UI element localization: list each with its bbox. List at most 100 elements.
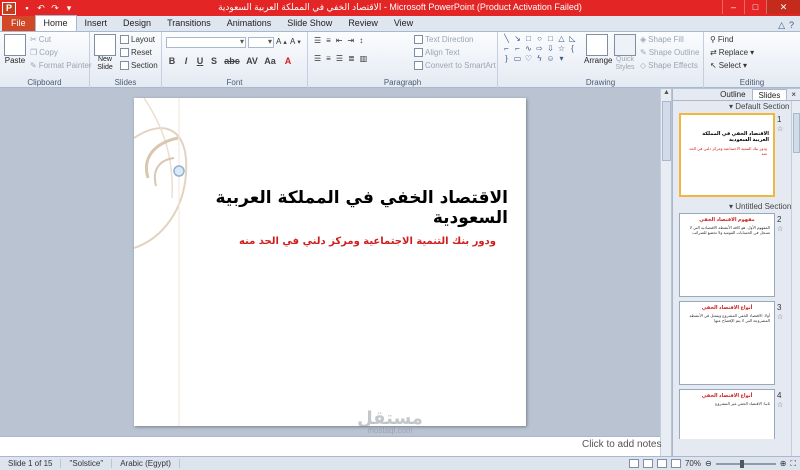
font-color-button[interactable]: A bbox=[282, 56, 294, 66]
scroll-up-icon[interactable]: ▲ bbox=[661, 89, 672, 100]
slide-thumbnail-row[interactable]: مفهوم الاقتصاد الخفي المفهوم الأول: هو ك… bbox=[673, 213, 800, 301]
reset-button[interactable]: Reset bbox=[120, 48, 152, 57]
editor-vertical-scrollbar[interactable]: ▲ bbox=[660, 89, 671, 456]
callout-shape-icon[interactable]: ▭ bbox=[512, 54, 523, 64]
underline-button[interactable]: U bbox=[194, 56, 206, 66]
justify-icon[interactable]: ≣ bbox=[348, 54, 355, 63]
new-slide-icon[interactable] bbox=[94, 34, 116, 56]
convert-smartart-button[interactable]: Convert to SmartArt bbox=[414, 61, 496, 70]
text-direction-button[interactable]: Text Direction bbox=[414, 35, 473, 44]
slide-thumbnail[interactable]: الاقتصاد الخفي في المملكة العربية السعود… bbox=[679, 113, 775, 197]
cut-button[interactable]: ✂ Cut bbox=[30, 35, 51, 44]
help-icon[interactable]: ? bbox=[789, 20, 794, 31]
shrink-font-button[interactable]: A ▾ bbox=[290, 37, 301, 46]
notes-pane[interactable]: Click to add notes bbox=[0, 436, 662, 456]
tab-insert[interactable]: Insert bbox=[77, 16, 116, 31]
triangle-shape-icon[interactable]: △ bbox=[556, 34, 567, 44]
layout-button[interactable]: Layout bbox=[120, 35, 155, 44]
undo-icon[interactable]: ↶ bbox=[36, 3, 46, 14]
rectangle-shape-icon[interactable]: □ bbox=[523, 34, 534, 44]
pane-scroll-thumb[interactable] bbox=[793, 113, 800, 153]
arrange-button[interactable]: Arrange bbox=[584, 34, 612, 65]
section-button[interactable]: Section bbox=[120, 61, 158, 70]
new-slide-button[interactable]: New Slide bbox=[93, 56, 117, 72]
columns-icon[interactable]: ▥ bbox=[360, 54, 368, 63]
save-icon[interactable]: ▪ bbox=[22, 3, 32, 14]
slide-thumbnail-row[interactable]: أنواع الاقتصاد الخفي ثانيا: الاقتصاد الخ… bbox=[673, 389, 800, 439]
language-indicator[interactable]: Arabic (Egypt) bbox=[112, 459, 180, 468]
tab-home[interactable]: Home bbox=[34, 15, 77, 31]
paste-button[interactable]: Paste bbox=[4, 56, 26, 65]
tab-design[interactable]: Design bbox=[115, 16, 159, 31]
slide-sorter-view-icon[interactable] bbox=[642, 459, 653, 468]
tab-transitions[interactable]: Transitions bbox=[159, 16, 219, 31]
slide-title[interactable]: الاقتصاد الخفي في المملكة العربية السعود… bbox=[148, 188, 508, 228]
tab-view[interactable]: View bbox=[386, 16, 421, 31]
decrease-indent-icon[interactable]: ⇤ bbox=[336, 36, 343, 45]
strikethrough-button[interactable]: abc bbox=[222, 56, 242, 66]
format-painter-button[interactable]: ✎ Format Painter bbox=[30, 61, 92, 70]
slide-show-view-icon[interactable] bbox=[670, 459, 681, 468]
grow-font-button[interactable]: A ▴ bbox=[276, 37, 287, 46]
italic-button[interactable]: I bbox=[180, 56, 192, 66]
pane-vertical-scrollbar[interactable] bbox=[791, 101, 800, 456]
change-case-button[interactable]: Aa bbox=[262, 56, 278, 66]
align-center-icon[interactable]: ≡ bbox=[326, 54, 331, 63]
slide-thumbnail-row[interactable]: الاقتصاد الخفي في المملكة العربية السعود… bbox=[673, 113, 800, 201]
zoom-out-icon[interactable]: ⊖ bbox=[705, 459, 712, 468]
quick-styles-button[interactable]: Quick Styles bbox=[612, 34, 638, 72]
shape-outline-button[interactable]: ✎ Shape Outline bbox=[640, 48, 699, 57]
lightning-shape-icon[interactable]: ϟ bbox=[534, 54, 545, 64]
minimize-button[interactable]: – bbox=[722, 0, 744, 14]
tab-slides[interactable]: Slides bbox=[751, 89, 788, 100]
section-header-untitled[interactable]: ▾ Untitled Section bbox=[673, 201, 800, 213]
character-spacing-button[interactable]: AV bbox=[244, 56, 260, 66]
connector-shape-icon[interactable]: ⌐ bbox=[512, 44, 523, 54]
zoom-slider-knob[interactable] bbox=[739, 459, 744, 468]
slide-thumbnail[interactable]: أنواع الاقتصاد الخفي أولا: الاقتصاد الخف… bbox=[679, 301, 775, 385]
bold-button[interactable]: B bbox=[166, 56, 178, 66]
bullets-icon[interactable]: ☰ bbox=[314, 36, 321, 45]
star-shape-icon[interactable]: ☆ bbox=[556, 44, 567, 54]
numbering-icon[interactable]: ≡ bbox=[326, 36, 331, 45]
current-slide[interactable]: الاقتصاد الخفي في المملكة العربية السعود… bbox=[134, 98, 526, 426]
minimize-ribbon-icon[interactable]: △ bbox=[778, 20, 785, 31]
select-button[interactable]: ↖ Select ▾ bbox=[710, 61, 747, 70]
square-shape-icon[interactable]: □ bbox=[545, 34, 556, 44]
section-header-default[interactable]: ▾ Default Section bbox=[673, 101, 800, 113]
heart-shape-icon[interactable]: ♡ bbox=[523, 54, 534, 64]
right-arrow-shape-icon[interactable]: ⇨ bbox=[534, 44, 545, 54]
curve-shape-icon[interactable]: ∿ bbox=[523, 44, 534, 54]
shapes-gallery[interactable]: ╲ ↘ □ ○ □ △ ◺ ⌐ ⌐ ∿ ⇨ ⇩ ☆{ } ▭ ♡ ϟ ☺ ▾ bbox=[501, 34, 579, 66]
smile-shape-icon[interactable]: ☺ bbox=[545, 54, 556, 64]
tab-outline[interactable]: Outline bbox=[714, 89, 751, 100]
rtriangle-shape-icon[interactable]: ◺ bbox=[567, 34, 578, 44]
line-shape-icon[interactable]: ╲ bbox=[501, 34, 512, 44]
more-shapes-icon[interactable]: ▾ bbox=[556, 54, 567, 64]
zoom-level[interactable]: 70% bbox=[685, 459, 701, 468]
slide-subtitle[interactable]: ودور بنك التنمية الاجتماعية ومركز دلني ف… bbox=[156, 236, 496, 247]
find-button[interactable]: ⚲ Find bbox=[710, 35, 733, 44]
font-size-dropdown[interactable] bbox=[248, 37, 274, 48]
zoom-in-icon[interactable]: ⊕ bbox=[780, 459, 787, 468]
slide-thumbnail[interactable]: مفهوم الاقتصاد الخفي المفهوم الأول: هو ك… bbox=[679, 213, 775, 297]
powerpoint-app-icon[interactable]: P bbox=[2, 1, 16, 15]
tab-review[interactable]: Review bbox=[340, 16, 386, 31]
close-button[interactable]: ✕ bbox=[766, 0, 800, 14]
brace-shape-icon[interactable]: { bbox=[567, 44, 578, 54]
customize-qat-icon[interactable]: ▾ bbox=[64, 3, 74, 14]
align-right-icon[interactable]: ☰ bbox=[336, 54, 343, 63]
replace-button[interactable]: ⇄ Replace ▾ bbox=[710, 48, 754, 57]
zoom-slider[interactable] bbox=[715, 459, 776, 468]
paste-icon[interactable] bbox=[4, 34, 26, 56]
align-text-button[interactable]: Align Text bbox=[414, 48, 460, 57]
text-shadow-button[interactable]: S bbox=[208, 56, 220, 66]
align-left-icon[interactable]: ☰ bbox=[314, 54, 321, 63]
slide-thumbnail[interactable]: أنواع الاقتصاد الخفي ثانيا: الاقتصاد الخ… bbox=[679, 389, 775, 439]
normal-view-icon[interactable] bbox=[628, 459, 639, 468]
copy-button[interactable]: ❐ Copy bbox=[30, 48, 58, 57]
tab-slide-show[interactable]: Slide Show bbox=[279, 16, 340, 31]
down-arrow-shape-icon[interactable]: ⇩ bbox=[545, 44, 556, 54]
arrow-shape-icon[interactable]: ↘ bbox=[512, 34, 523, 44]
increase-indent-icon[interactable]: ⇥ bbox=[348, 36, 355, 45]
